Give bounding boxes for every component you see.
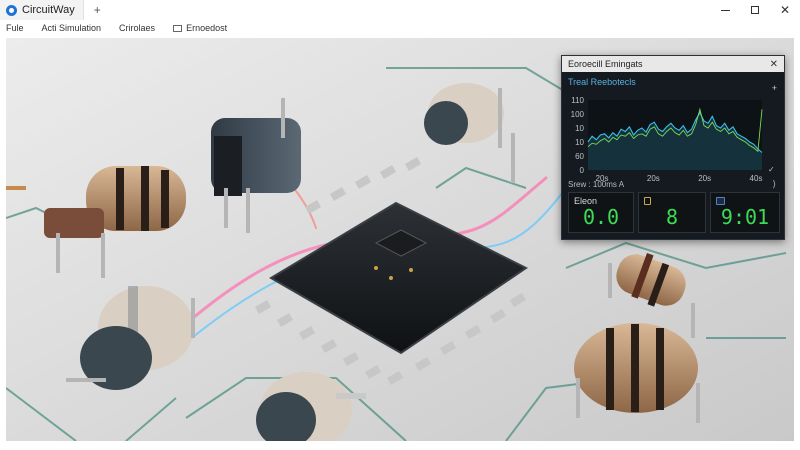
title-bar: CircuitWay + ✕ xyxy=(0,0,800,20)
close-window-button[interactable]: ✕ xyxy=(770,0,800,20)
resistor-band xyxy=(606,328,614,410)
panel-title: Eoroecill Emingats xyxy=(568,59,643,69)
component-lead xyxy=(498,88,502,148)
chip-marker xyxy=(389,276,393,280)
component-lead xyxy=(691,303,695,338)
new-tab-button[interactable]: + xyxy=(94,3,101,17)
app-title: CircuitWay xyxy=(22,4,75,16)
maximize-button[interactable] xyxy=(740,0,770,20)
clock-icon xyxy=(716,197,725,205)
component-lead xyxy=(696,383,700,423)
readout-value: 9:01 xyxy=(720,205,770,229)
y-tick-label: 110 xyxy=(571,96,584,105)
maximize-icon xyxy=(751,6,759,14)
chip-marker xyxy=(409,268,413,272)
menu-file[interactable]: Fule xyxy=(6,23,24,33)
component-lead xyxy=(576,378,580,418)
resistor-band xyxy=(116,168,124,230)
menu-export-label: Ernoedost xyxy=(186,23,228,33)
status-next-button[interactable]: ⟩ xyxy=(772,179,776,190)
component-lead xyxy=(246,188,250,233)
readout-count: 8 xyxy=(638,192,706,233)
component-lead xyxy=(224,188,228,228)
battery-icon xyxy=(644,197,651,205)
y-tick-label: 0 xyxy=(580,166,585,175)
menu-export[interactable]: Ernoedost xyxy=(173,23,227,33)
component-lead xyxy=(101,233,105,278)
readout-value: 8 xyxy=(665,205,679,229)
component-lead xyxy=(66,378,106,382)
menu-circuits[interactable]: Crirolaes xyxy=(119,23,155,33)
status-text: Srew : 100ms A xyxy=(568,180,625,189)
app-logo-icon xyxy=(6,4,17,16)
x-tick-label: 40s xyxy=(750,174,763,183)
component-lead xyxy=(6,186,26,190)
resistor-band xyxy=(631,324,639,412)
readout-time: 9:01 xyxy=(710,192,780,233)
panel-header[interactable]: Eoroecill Emingats ✕ xyxy=(562,56,784,72)
image-icon xyxy=(173,25,183,32)
component-lead xyxy=(56,233,60,273)
component-lead xyxy=(281,98,285,138)
capacitor-cap xyxy=(424,101,468,145)
resistor-base xyxy=(44,208,104,238)
monitor-panel[interactable]: Eoroecill Emingats ✕ Treal Reebotecls + … xyxy=(561,55,785,240)
component-lead xyxy=(336,393,366,399)
menu-bar: Fule Acti Simulation Crirolaes Ernoedost xyxy=(0,20,800,36)
component-lead xyxy=(608,263,612,298)
window-controls: ✕ xyxy=(710,0,800,20)
y-tick-label: 60 xyxy=(575,152,584,161)
readout-value: 0.0 xyxy=(582,205,620,229)
menu-simulation[interactable]: Acti Simulation xyxy=(42,23,102,33)
resistor-band xyxy=(656,328,664,410)
y-tick-label: 100 xyxy=(571,110,585,119)
app-tab[interactable]: CircuitWay xyxy=(0,0,84,20)
minimize-button[interactable] xyxy=(710,0,740,20)
x-tick-label: 20s xyxy=(698,174,711,183)
axis-end-label: ✓ xyxy=(768,165,775,174)
x-tick-label: 20s xyxy=(647,174,660,183)
panel-close-button[interactable]: ✕ xyxy=(770,59,778,70)
y-tick-label: 10 xyxy=(575,124,584,133)
minimize-icon xyxy=(720,9,730,11)
component-lead xyxy=(191,298,195,338)
capacitor-housing xyxy=(214,136,242,196)
resistor-band xyxy=(161,170,169,228)
resistor-band xyxy=(141,166,149,231)
readout-eleon: Eleon 0.0 xyxy=(568,192,634,233)
chart-title: Treal Reebotecls xyxy=(568,77,636,87)
chip-marker xyxy=(374,266,378,270)
component-lead xyxy=(511,133,515,183)
y-tick-label: 10 xyxy=(575,138,584,147)
